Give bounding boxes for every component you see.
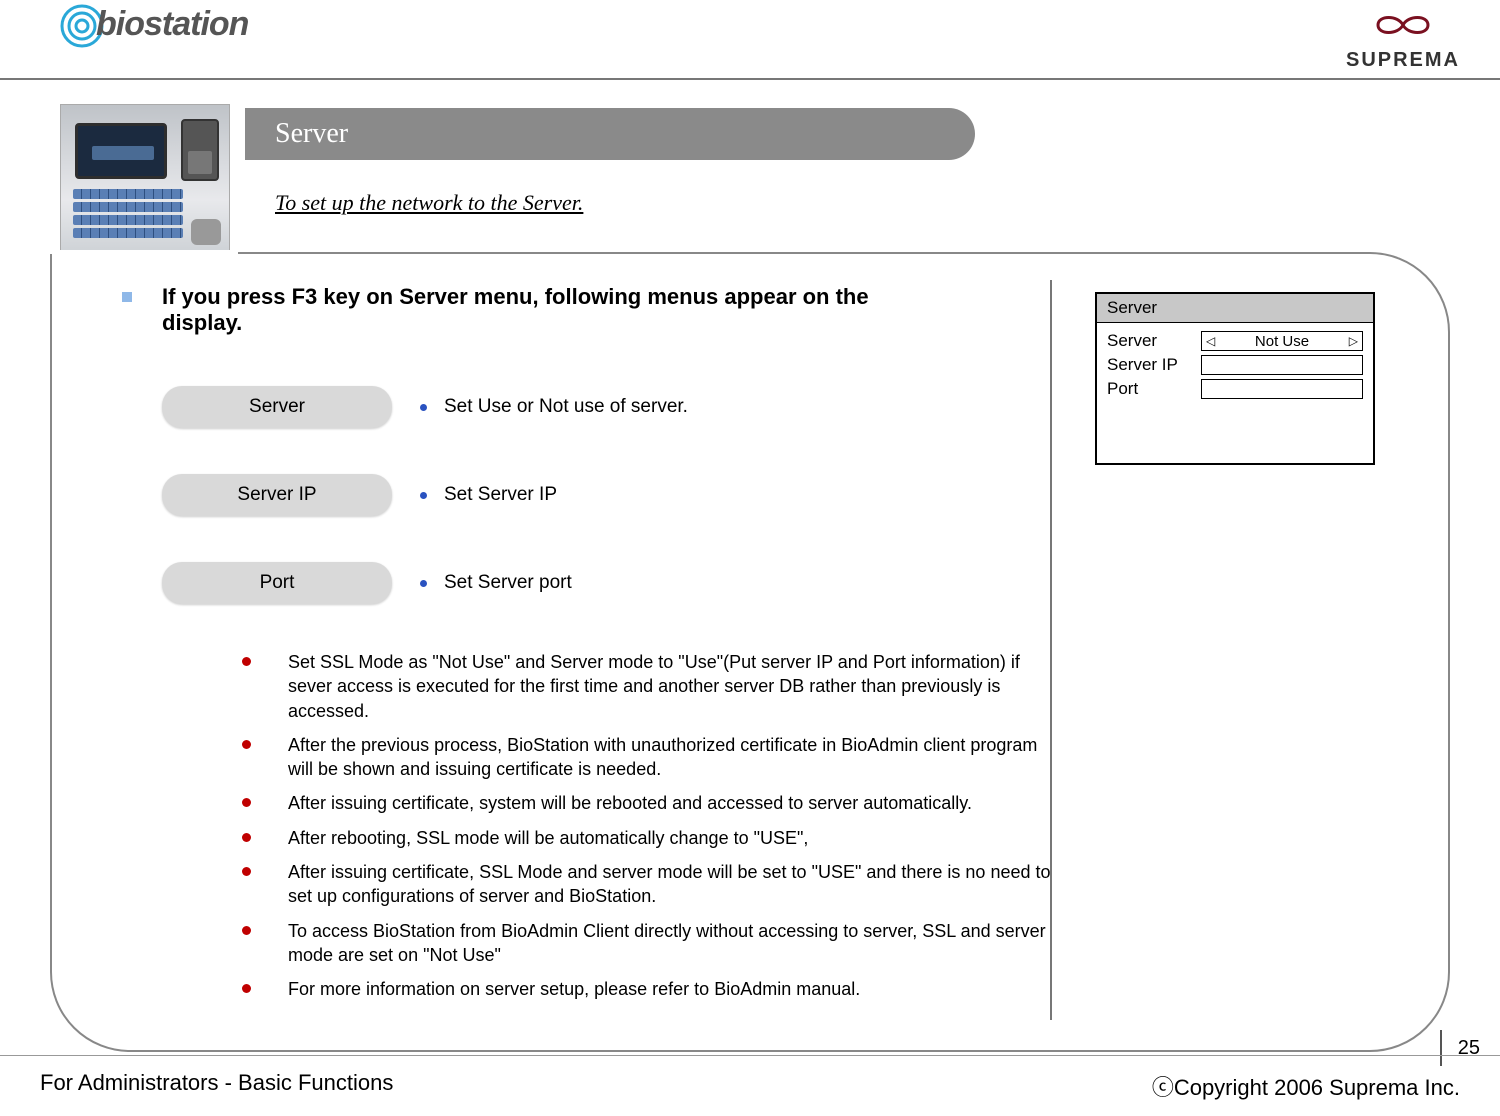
- device-thumbnail: [60, 104, 230, 252]
- intro-text: If you press F3 key on Server menu, foll…: [162, 284, 922, 336]
- menu-item-desc: Set Use or Not use of server.: [444, 396, 688, 418]
- triangle-right-icon: ▷: [1349, 334, 1358, 348]
- device-sensor-icon: [181, 119, 219, 181]
- device-keypad-icon: [73, 189, 183, 241]
- screen-row-server: Server ◁ Not Use ▷: [1107, 331, 1363, 351]
- note-item: After rebooting, SSL mode will be automa…: [242, 826, 1052, 850]
- note-item: To access BioStation from BioAdmin Clien…: [242, 919, 1052, 968]
- notes-list: Set SSL Mode as "Not Use" and Server mod…: [202, 650, 1052, 1002]
- menu-item-desc: Set Server port: [444, 572, 572, 594]
- menu-item-pill: Port: [162, 562, 392, 604]
- menu-item-port: Port Set Server port: [162, 562, 1398, 604]
- footer-bar: For Administrators - Basic Functions ⓒCo…: [0, 1055, 1500, 1116]
- note-item: After the previous process, BioStation w…: [242, 733, 1052, 782]
- page-title: Server: [245, 108, 975, 160]
- header-bar: biostation SUPREMA: [0, 0, 1500, 80]
- footer-left-text: For Administrators - Basic Functions: [40, 1070, 393, 1102]
- page-subtitle: To set up the network to the Server.: [275, 190, 975, 216]
- screen-row-server-ip: Server IP: [1107, 355, 1363, 375]
- menu-item-server-ip: Server IP Set Server IP: [162, 474, 1398, 516]
- note-item: For more information on server setup, pl…: [242, 977, 1052, 1001]
- screen-row-value-text: Not Use: [1255, 333, 1309, 350]
- note-item: Set SSL Mode as "Not Use" and Server mod…: [242, 650, 1052, 723]
- brand-left-text: biostation: [96, 5, 248, 43]
- screen-row-label: Server IP: [1107, 355, 1201, 375]
- vertical-divider: [1050, 280, 1052, 1020]
- note-item: After issuing certificate, system will b…: [242, 791, 1052, 815]
- square-bullet-icon: [122, 292, 132, 302]
- menu-item-pill: Server: [162, 386, 392, 428]
- footer-right-text: ⓒCopyright 2006 Suprema Inc.: [1152, 1070, 1460, 1102]
- screen-row-port: Port: [1107, 379, 1363, 399]
- suprema-infinity-icon: [1368, 10, 1438, 40]
- title-region: Server To set up the network to the Serv…: [245, 108, 975, 216]
- brand-left-logo: biostation: [60, 4, 248, 48]
- triangle-left-icon: ◁: [1206, 334, 1215, 348]
- screen-mock-title: Server: [1097, 294, 1373, 323]
- screen-row-value: [1201, 355, 1363, 375]
- device-thumb-icon: [191, 219, 221, 245]
- brand-right-logo: SUPREMA: [1346, 10, 1460, 72]
- screen-row-label: Server: [1107, 331, 1201, 351]
- screen-row-value: ◁ Not Use ▷: [1201, 331, 1363, 351]
- device-screen-mock: Server Server ◁ Not Use ▷ Server IP Port: [1095, 292, 1375, 465]
- screen-mock-body: Server ◁ Not Use ▷ Server IP Port: [1097, 323, 1373, 463]
- device-screen-icon: [75, 123, 167, 179]
- menu-item-pill: Server IP: [162, 474, 392, 516]
- brand-right-text: SUPREMA: [1346, 49, 1460, 72]
- screen-row-label: Port: [1107, 379, 1201, 399]
- menu-item-desc: Set Server IP: [444, 484, 557, 506]
- screen-row-value: [1201, 379, 1363, 399]
- note-item: After issuing certificate, SSL Mode and …: [242, 860, 1052, 909]
